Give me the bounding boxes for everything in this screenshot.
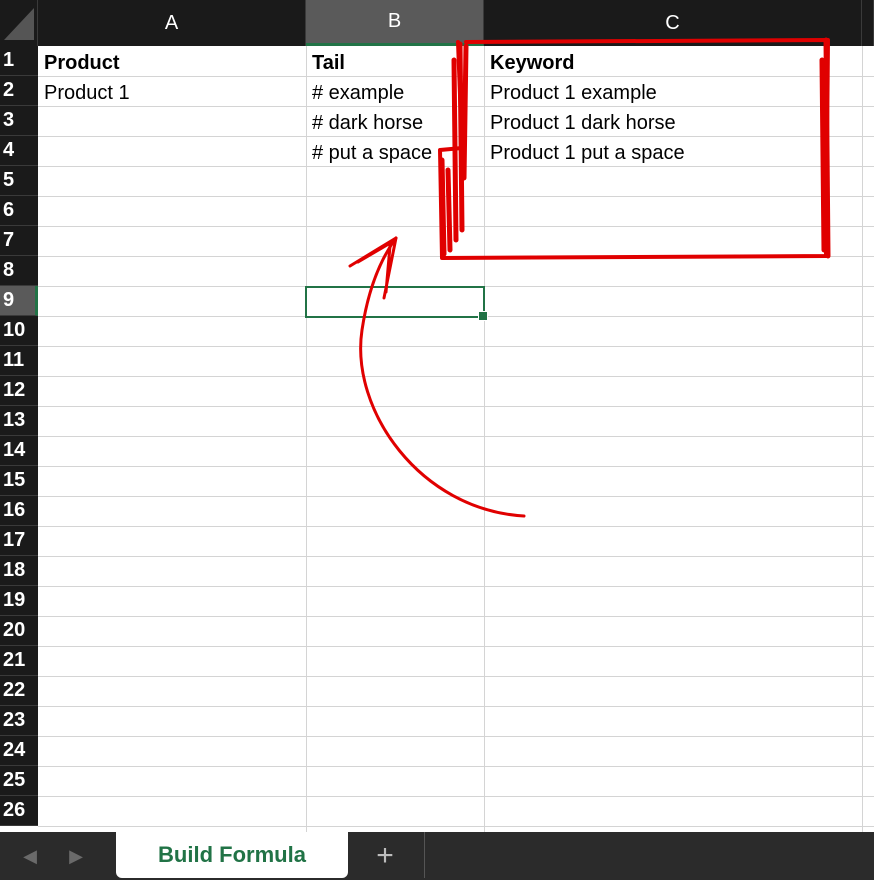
annotation-arrow-curve	[359, 236, 526, 518]
column-header-c[interactable]: C	[484, 0, 862, 46]
row-header-19[interactable]: 19	[0, 586, 38, 616]
row-divider	[38, 646, 874, 647]
row-header-24[interactable]: 24	[0, 736, 38, 766]
cell-c4[interactable]: Product 1 put a space	[484, 138, 862, 168]
row-divider	[38, 346, 874, 347]
row-header-13[interactable]: 13	[0, 406, 38, 436]
sheet-tab-bar: ◀ ▶ Build Formula +	[0, 832, 874, 880]
row-divider	[38, 826, 874, 827]
row-divider	[38, 586, 874, 587]
row-header-1[interactable]: 1	[0, 46, 38, 76]
row-header-11[interactable]: 11	[0, 346, 38, 376]
row-divider	[38, 736, 874, 737]
tab-divider	[424, 832, 425, 878]
active-cell-b9[interactable]	[305, 286, 488, 321]
row-divider	[38, 256, 874, 257]
column-header-b[interactable]: B	[306, 0, 484, 46]
sheet-tab-label: Build Formula	[158, 842, 306, 867]
row-divider	[38, 376, 874, 377]
row-header-20[interactable]: 20	[0, 616, 38, 646]
row-header-23[interactable]: 23	[0, 706, 38, 736]
row-header-22[interactable]: 22	[0, 676, 38, 706]
row-divider	[38, 496, 874, 497]
row-header-12[interactable]: 12	[0, 376, 38, 406]
column-header-a[interactable]: A	[38, 0, 306, 46]
row-divider	[38, 616, 874, 617]
row-header-10[interactable]: 10	[0, 316, 38, 346]
column-header-d-partial[interactable]	[862, 0, 874, 46]
row-header-25[interactable]: 25	[0, 766, 38, 796]
cell-c3[interactable]: Product 1 dark horse	[484, 108, 862, 138]
row-divider	[38, 466, 874, 467]
cell-c1[interactable]: Keyword	[484, 48, 862, 78]
row-divider	[38, 556, 874, 557]
plus-icon[interactable]: +	[368, 840, 402, 872]
cell-b4[interactable]: # put a space	[306, 138, 484, 168]
row-header-15[interactable]: 15	[0, 466, 38, 496]
row-header-18[interactable]: 18	[0, 556, 38, 586]
row-divider	[38, 796, 874, 797]
row-header-5[interactable]: 5	[0, 166, 38, 196]
row-header-14[interactable]: 14	[0, 436, 38, 466]
row-header-16[interactable]: 16	[0, 496, 38, 526]
cell-b2[interactable]: # example	[306, 78, 484, 108]
cell-a2[interactable]: Product 1	[38, 78, 306, 108]
fill-handle[interactable]	[478, 311, 488, 321]
row-header-9[interactable]: 9	[0, 286, 38, 316]
row-header-3[interactable]: 3	[0, 106, 38, 136]
row-divider	[38, 706, 874, 707]
cell-a1[interactable]: Product	[38, 48, 306, 78]
row-divider	[38, 676, 874, 677]
row-divider	[38, 766, 874, 767]
select-all-corner[interactable]	[0, 0, 38, 46]
row-header-8[interactable]: 8	[0, 256, 38, 286]
chevron-left-icon[interactable]: ◀	[20, 846, 40, 866]
row-header-7[interactable]: 7	[0, 226, 38, 256]
cell-b1[interactable]: Tail	[306, 48, 484, 78]
row-header-2[interactable]: 2	[0, 76, 38, 106]
cell-c2[interactable]: Product 1 example	[484, 78, 862, 108]
row-divider	[38, 406, 874, 407]
cell-b3[interactable]: # dark horse	[306, 108, 484, 138]
row-header-17[interactable]: 17	[0, 526, 38, 556]
row-header-6[interactable]: 6	[0, 196, 38, 226]
column-divider	[862, 46, 863, 832]
chevron-right-icon[interactable]: ▶	[66, 846, 86, 866]
row-divider	[38, 196, 874, 197]
row-header-26[interactable]: 26	[0, 796, 38, 826]
row-divider	[38, 226, 874, 227]
row-divider	[38, 436, 874, 437]
row-divider	[38, 526, 874, 527]
row-header-21[interactable]: 21	[0, 646, 38, 676]
row-header-4[interactable]: 4	[0, 136, 38, 166]
sheet-tab-build-formula[interactable]: Build Formula	[116, 832, 348, 878]
